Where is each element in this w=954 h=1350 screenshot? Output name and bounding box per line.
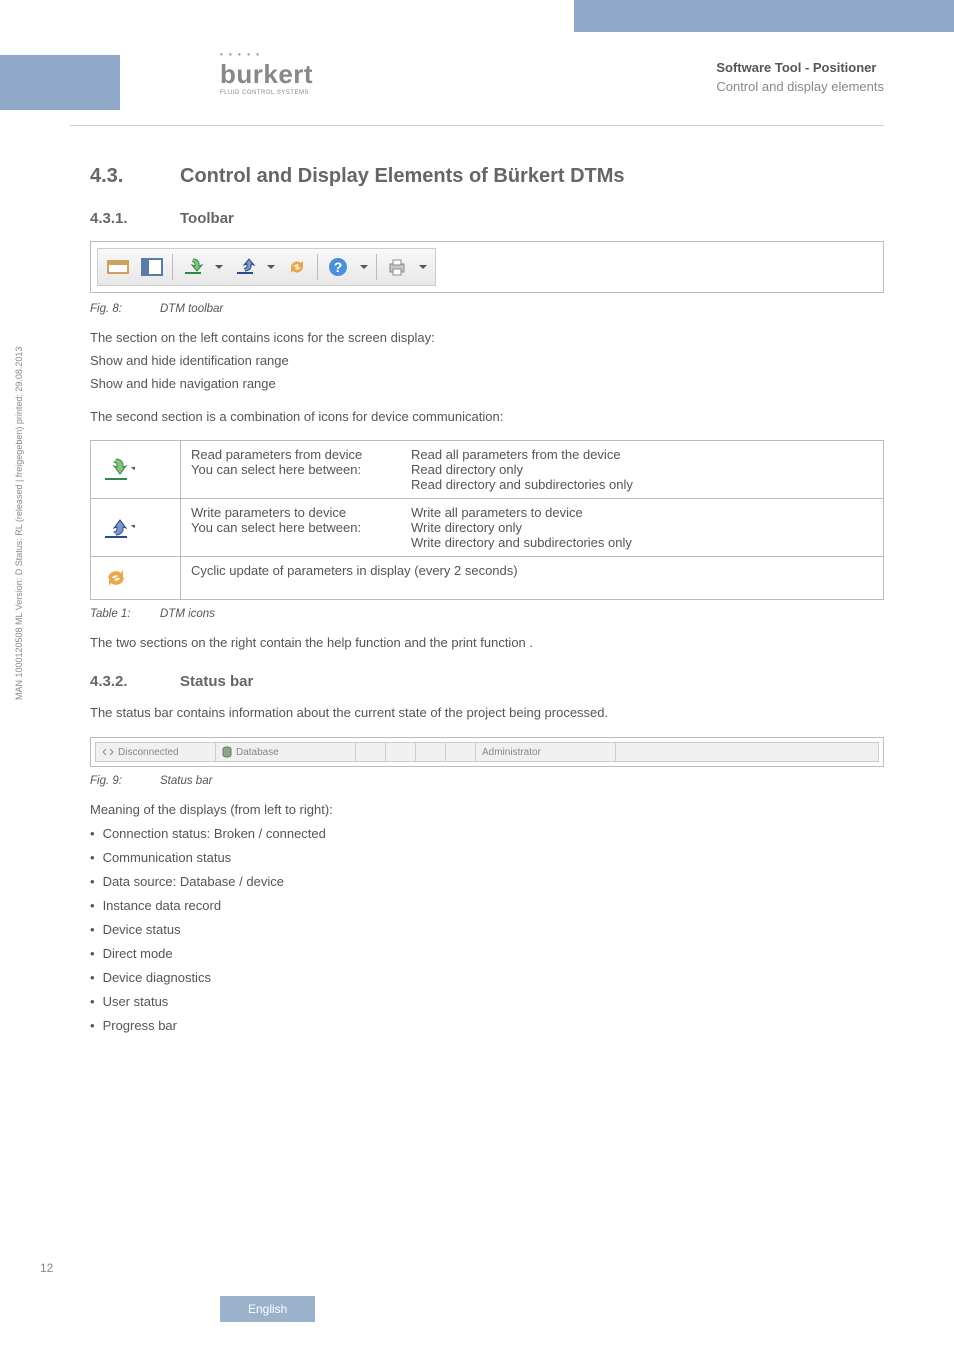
para-statusbar-intro: The status bar contains information abou…: [90, 704, 884, 723]
status-bar: Disconnected Database Administrator: [95, 742, 879, 762]
read-params-icon-cell: [91, 441, 181, 499]
header-divider: [70, 125, 884, 126]
figure-8-caption: Fig. 8:DTM toolbar: [90, 303, 884, 315]
database-icon: [222, 746, 232, 758]
status-connection: Disconnected: [96, 743, 216, 761]
subsection-toolbar-heading: 4.3.1.Toolbar: [90, 210, 884, 227]
para-show-hide-ident: Show and hide identification range: [90, 352, 884, 371]
section-heading: 4.3.Control and Display Elements of Bürk…: [90, 165, 884, 188]
cyclic-update-icon-cell: [91, 557, 181, 600]
table-1-caption: Table 1:DTM icons: [90, 608, 884, 620]
hide-nav-icon: [138, 253, 166, 281]
list-item: Data source: Database / device: [90, 874, 884, 889]
toolbar-separator: [376, 254, 377, 280]
para-help-print: The two sections on the right contain th…: [90, 634, 884, 653]
header-titles: Software Tool - Positioner Control and d…: [716, 60, 884, 94]
status-empty: [356, 743, 386, 761]
logo-accent-stripe: [0, 55, 120, 110]
write-params-icon: [231, 253, 259, 281]
table-row: Cyclic update of parameters in display (…: [91, 557, 884, 600]
list-item: Device status: [90, 922, 884, 937]
subsection-statusbar-heading: 4.3.2.Status bar: [90, 673, 884, 690]
status-empty: [416, 743, 446, 761]
disconnected-icon: [102, 747, 114, 757]
status-user: Administrator: [476, 743, 616, 761]
para-meaning: Meaning of the displays (from left to ri…: [90, 801, 884, 820]
print-icon: [383, 253, 411, 281]
doc-subtitle: Control and display elements: [716, 79, 884, 94]
statusbar-figure: Disconnected Database Administrator: [90, 737, 884, 767]
toolbar-separator: [172, 254, 173, 280]
side-metadata: MAN 1000120508 ML Version: D Status: RL …: [14, 347, 24, 700]
help-icon: ?: [324, 253, 352, 281]
page-number: 12: [40, 1261, 53, 1275]
dtm-icons-table: Read parameters from device You can sele…: [90, 440, 884, 600]
doc-title: Software Tool - Positioner: [716, 60, 884, 75]
figure-9-caption: Fig. 9:Status bar: [90, 775, 884, 787]
status-datasource: Database: [216, 743, 356, 761]
top-accent-bar: [574, 0, 954, 32]
para-second-section: The second section is a combination of i…: [90, 408, 884, 427]
toolbar-separator: [317, 254, 318, 280]
write-params-icon-cell: [91, 499, 181, 557]
para-left-section: The section on the left contains icons f…: [90, 329, 884, 348]
list-item: Connection status: Broken / connected: [90, 826, 884, 841]
status-empty: [446, 743, 476, 761]
svg-text:?: ?: [334, 259, 343, 275]
hide-ident-icon: [104, 253, 132, 281]
dropdown-caret-icon: [358, 253, 370, 281]
language-tab: English: [220, 1296, 315, 1322]
status-meaning-list: Connection status: Broken / connected Co…: [90, 826, 884, 1033]
dropdown-caret-icon: [417, 253, 429, 281]
list-item: Direct mode: [90, 946, 884, 961]
para-show-hide-nav: Show and hide navigation range: [90, 375, 884, 394]
status-empty: [386, 743, 416, 761]
dropdown-caret-icon: [265, 253, 277, 281]
dtm-toolbar: ?: [97, 248, 436, 286]
dropdown-caret-icon: [213, 253, 225, 281]
list-item: Device diagnostics: [90, 970, 884, 985]
table-row: Read parameters from device You can sele…: [91, 441, 884, 499]
list-item: Instance data record: [90, 898, 884, 913]
status-progress: [616, 743, 878, 761]
table-row: Write parameters to device You can selec…: [91, 499, 884, 557]
list-item: User status: [90, 994, 884, 1009]
read-params-icon: [179, 253, 207, 281]
list-item: Progress bar: [90, 1018, 884, 1033]
brand-logo: • • • • • burkert FLUID CONTROL SYSTEMS: [220, 50, 313, 96]
toolbar-figure: ?: [90, 241, 884, 293]
list-item: Communication status: [90, 850, 884, 865]
cyclic-update-icon: [283, 253, 311, 281]
